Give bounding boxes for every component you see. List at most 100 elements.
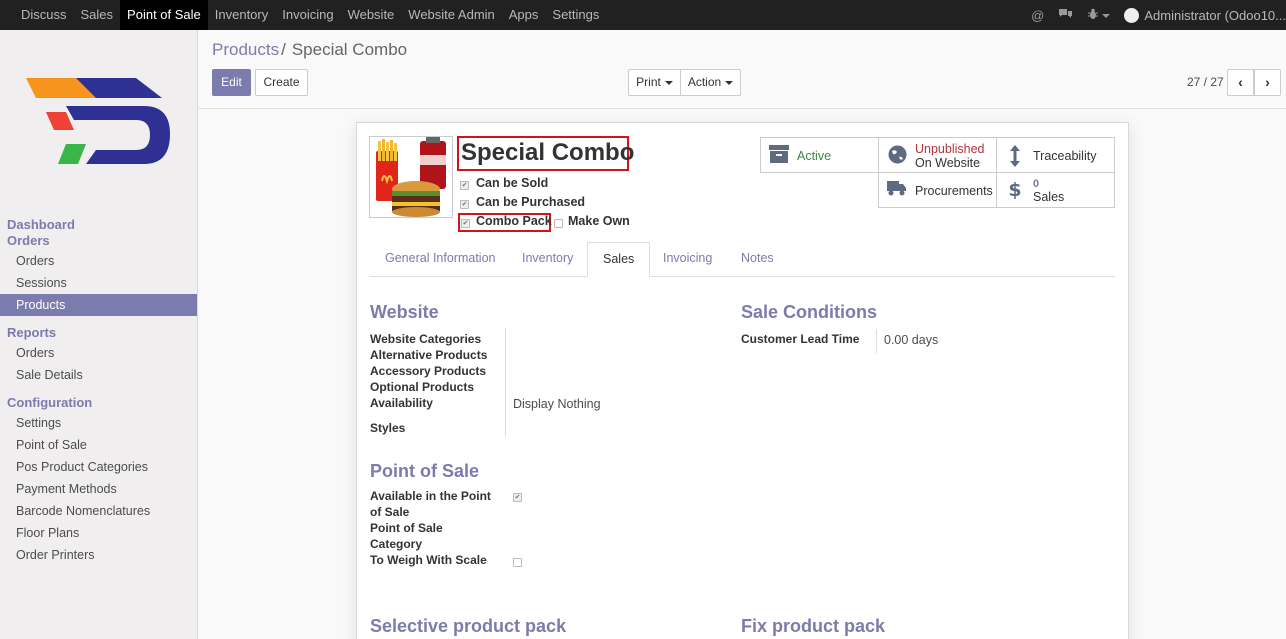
sidebar-section-orders[interactable]: Orders: [7, 233, 50, 248]
sales-button[interactable]: $ 0 Sales: [996, 172, 1115, 208]
globe-icon: [887, 145, 907, 165]
tab-notes[interactable]: Notes: [726, 242, 789, 277]
chevron-down-icon: [1102, 14, 1111, 19]
available-in-pos-checkbox[interactable]: ✔: [513, 493, 522, 502]
menu-settings[interactable]: Settings: [545, 0, 606, 30]
customer-lead-time-value[interactable]: 0.00 days: [884, 333, 938, 347]
available-in-pos-label-line2: of Sale: [370, 505, 410, 519]
menu-invoicing[interactable]: Invoicing: [275, 0, 340, 30]
traceability-button[interactable]: Traceability: [996, 137, 1115, 173]
website-categories-label: Website Categories: [370, 332, 482, 346]
field-separator: [876, 329, 877, 353]
pager-previous-button[interactable]: ‹: [1227, 69, 1254, 96]
to-weigh-label: To Weigh With Scale: [370, 553, 487, 567]
print-dropdown[interactable]: Print: [628, 69, 681, 96]
product-image[interactable]: [369, 136, 453, 218]
breadcrumb-current: Special Combo: [291, 40, 408, 59]
breadcrumb-products-link[interactable]: Products: [212, 40, 279, 59]
availability-value[interactable]: Display Nothing: [513, 397, 601, 411]
sidebar-item-barcode-nomenclatures[interactable]: Barcode Nomenclatures: [0, 500, 197, 522]
availability-label: Availability: [370, 396, 433, 410]
sidebar-item-payment-methods[interactable]: Payment Methods: [0, 478, 197, 500]
to-weigh-checkbox[interactable]: [513, 558, 522, 567]
alternative-products-label: Alternative Products: [370, 348, 488, 362]
procurements-button[interactable]: Procurements: [878, 172, 997, 208]
sidebar-item-products[interactable]: Products: [0, 294, 197, 316]
website-publish-button[interactable]: Unpublished On Website: [878, 137, 997, 173]
optional-products-label: Optional Products: [370, 380, 475, 394]
fix-pack-title: Fix product pack: [741, 616, 886, 636]
edit-button[interactable]: Edit: [212, 69, 251, 96]
breadcrumb-separator: /: [281, 40, 286, 59]
menu-website-admin[interactable]: Website Admin: [401, 0, 501, 30]
sidebar-item-report-orders[interactable]: Orders: [0, 342, 197, 364]
sidebar-item-floor-plans[interactable]: Floor Plans: [0, 522, 197, 544]
action-label: Action: [687, 75, 722, 89]
website-group-title: Website: [370, 302, 439, 322]
selective-pack-title: Selective product pack: [370, 616, 567, 636]
print-label: Print: [636, 75, 661, 89]
make-own-checkbox[interactable]: [554, 219, 563, 228]
tab-inventory[interactable]: Inventory: [507, 242, 588, 277]
pos-category-label-line1: Point of Sale: [370, 521, 443, 535]
create-button[interactable]: Create: [255, 69, 308, 96]
tab-invoicing[interactable]: Invoicing: [648, 242, 727, 277]
combo-pack-checkbox[interactable]: ✔: [461, 219, 470, 228]
sidebar-section-dashboard[interactable]: Dashboard: [7, 217, 75, 232]
tab-sales[interactable]: Sales: [587, 242, 651, 277]
on-website-label: On Website: [915, 156, 981, 170]
debug-bug-icon[interactable]: [1087, 8, 1111, 23]
accessory-products-label: Accessory Products: [370, 364, 487, 378]
breadcrumb: Products / Special Combo: [212, 40, 407, 60]
chat-icon[interactable]: [1058, 8, 1073, 23]
sidebar-section-configuration[interactable]: Configuration: [7, 395, 92, 410]
menu-website[interactable]: Website: [341, 0, 402, 30]
menu-sales[interactable]: Sales: [74, 0, 121, 30]
menu-point-of-sale[interactable]: Point of Sale: [120, 0, 208, 30]
can-be-purchased-label: Can be Purchased: [476, 195, 586, 209]
chevron-right-icon: ›: [1265, 74, 1270, 90]
chevron-left-icon: ‹: [1238, 74, 1243, 90]
can-be-purchased-checkbox[interactable]: ✔: [460, 200, 469, 209]
company-logo: [26, 46, 172, 170]
vertical-arrows-icon: [1005, 145, 1025, 167]
menu-discuss[interactable]: Discuss: [14, 0, 74, 30]
avatar: [1124, 7, 1140, 23]
sidebar-item-sale-details[interactable]: Sale Details: [0, 364, 197, 386]
sidebar-item-orders[interactable]: Orders: [0, 250, 197, 272]
customer-lead-time-label: Customer Lead Time: [741, 332, 860, 346]
mention-icon[interactable]: @: [1031, 8, 1044, 23]
chevron-down-icon: [664, 80, 673, 85]
procurements-label: Procurements: [915, 184, 993, 198]
user-menu[interactable]: Administrator (Odoo10...: [1124, 7, 1286, 23]
top-navbar: Discuss Sales Point of Sale Inventory In…: [0, 0, 1286, 30]
can-be-sold-checkbox[interactable]: ✔: [460, 181, 469, 190]
make-own-label: Make Own: [568, 214, 630, 228]
dollar-icon: $: [1008, 179, 1022, 201]
sidebar-item-sessions[interactable]: Sessions: [0, 272, 197, 294]
truck-icon: [887, 180, 907, 200]
sale-conditions-title: Sale Conditions: [741, 302, 878, 322]
product-name: Special Combo: [461, 139, 635, 166]
tab-general-information[interactable]: General Information: [370, 242, 510, 277]
active-toggle-button[interactable]: Active: [760, 137, 879, 173]
sidebar-item-settings[interactable]: Settings: [0, 412, 197, 434]
sidebar-section-reports[interactable]: Reports: [7, 325, 56, 340]
field-separator: [505, 328, 506, 436]
active-label: Active: [797, 149, 832, 163]
pager-value[interactable]: 27 / 27: [1187, 75, 1224, 89]
pos-category-label-line2: Category: [370, 537, 423, 551]
sales-count: 0: [1033, 178, 1040, 190]
can-be-sold-label: Can be Sold: [476, 176, 549, 190]
chevron-down-icon: [725, 80, 734, 85]
app-menu: Discuss Sales Point of Sale Inventory In…: [14, 0, 606, 30]
pager-next-button[interactable]: ›: [1254, 69, 1281, 96]
sidebar-item-pos-product-categories[interactable]: Pos Product Categories: [0, 456, 197, 478]
action-dropdown[interactable]: Action: [680, 69, 741, 96]
sidebar-item-order-printers[interactable]: Order Printers: [0, 544, 197, 566]
menu-apps[interactable]: Apps: [502, 0, 546, 30]
menu-inventory[interactable]: Inventory: [208, 0, 275, 30]
user-name: Administrator (Odoo10...: [1144, 7, 1286, 23]
sidebar-item-point-of-sale[interactable]: Point of Sale: [0, 434, 197, 456]
unpublished-label: Unpublished: [915, 142, 985, 156]
